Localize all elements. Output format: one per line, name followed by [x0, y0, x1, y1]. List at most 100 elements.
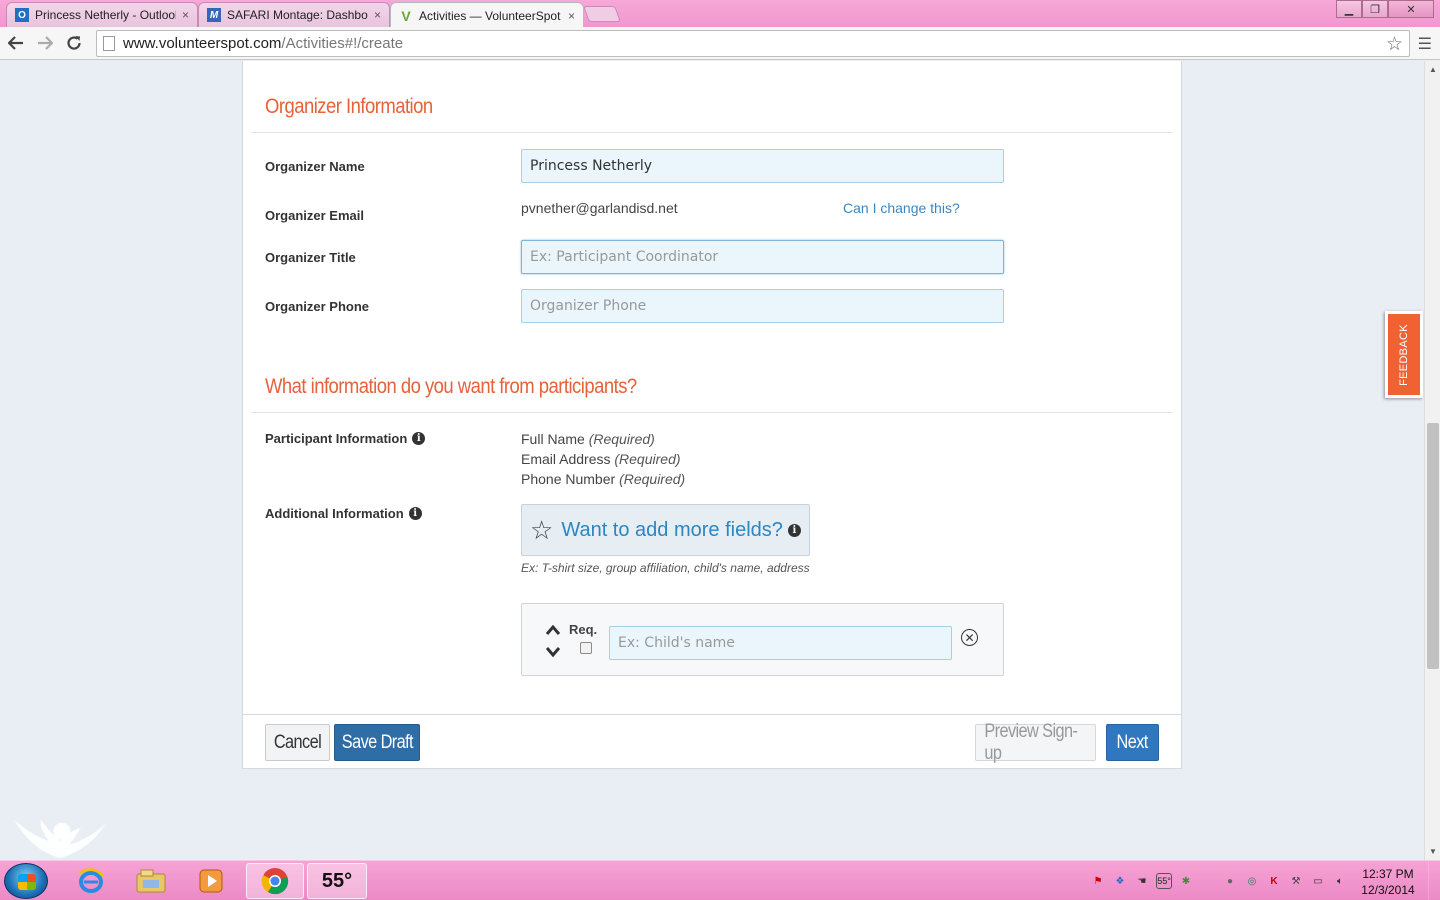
- antivirus-icon[interactable]: K: [1266, 873, 1282, 889]
- required-tag: (Required): [588, 431, 655, 447]
- address-bar[interactable]: www.volunteerspot.com/Activities#!/creat…: [96, 30, 1410, 57]
- additional-info-label: Additional Information i: [265, 506, 422, 521]
- chrome-menu-icon[interactable]: ☰: [1418, 34, 1432, 54]
- page-scrollbar[interactable]: ▲ ▼: [1424, 61, 1440, 860]
- required-checkbox[interactable]: [580, 642, 592, 654]
- minimize-icon[interactable]: ▁: [1336, 0, 1362, 18]
- chrome-taskbar-icon[interactable]: [246, 863, 304, 899]
- required-field-name: Full Name: [521, 431, 585, 447]
- required-tag: (Required): [619, 471, 686, 487]
- tab-close-icon[interactable]: ×: [568, 9, 575, 23]
- weather-gadget[interactable]: 55°: [307, 863, 367, 899]
- tab-volunteerspot[interactable]: V Activities — VolunteerSpot ×: [390, 2, 584, 28]
- media-player-icon[interactable]: [182, 863, 240, 899]
- next-button[interactable]: Next: [1106, 724, 1159, 761]
- info-icon[interactable]: i: [787, 523, 801, 537]
- add-more-fields-label: Want to add more fields?: [561, 518, 783, 541]
- required-tag: (Required): [614, 451, 681, 467]
- clock-date: 12/3/2014: [1361, 883, 1415, 897]
- volunteerspot-icon: V: [401, 7, 411, 24]
- organizer-title-input[interactable]: [521, 240, 1004, 274]
- required-checkbox-label: Req.: [569, 622, 598, 637]
- action-center-flag-icon[interactable]: ⚑: [1090, 873, 1106, 889]
- circle-status-icon[interactable]: ●: [1222, 873, 1238, 889]
- activity-form-card: Organizer Information Organizer Name Org…: [242, 61, 1182, 769]
- page-icon: [103, 36, 115, 51]
- remove-field-icon[interactable]: ✕: [961, 629, 978, 646]
- organizer-title-label: Organizer Title: [265, 250, 356, 265]
- preview-signup-button[interactable]: Preview Sign-up: [975, 721, 1096, 764]
- additional-info-label-text: Additional Information: [265, 506, 404, 521]
- clock-time: 12:37 PM: [1362, 867, 1414, 881]
- organizer-name-input[interactable]: [521, 149, 1004, 183]
- internet-explorer-icon[interactable]: [62, 863, 120, 899]
- file-explorer-icon[interactable]: [122, 863, 180, 899]
- custom-field-row: Req. ✕: [521, 603, 1004, 676]
- volunteerspot-logo-icon: [14, 819, 106, 858]
- new-tab-button[interactable]: [583, 6, 621, 22]
- scroll-down-icon[interactable]: ▼: [1429, 847, 1437, 856]
- organizer-name-label: Organizer Name: [265, 159, 365, 174]
- outlook-icon: O: [15, 8, 29, 22]
- next-label: Next: [1116, 731, 1149, 753]
- dropbox-icon[interactable]: ❖: [1112, 873, 1128, 889]
- hand-pointer-icon[interactable]: ☚: [1134, 873, 1150, 889]
- window-close-icon[interactable]: ✕: [1388, 0, 1434, 18]
- forward-icon[interactable]: [35, 33, 55, 53]
- participant-info-label: Participant Information i: [265, 431, 426, 446]
- display-icon[interactable]: ▭: [1310, 873, 1326, 889]
- show-desktop-button[interactable]: [1428, 861, 1440, 900]
- organizer-phone-input[interactable]: [521, 289, 1004, 323]
- move-up-icon[interactable]: [545, 622, 561, 638]
- back-icon[interactable]: [6, 33, 26, 53]
- preview-label: Preview Sign-up: [984, 720, 1078, 764]
- tab-title: SAFARI Montage: Dashboard: [227, 8, 368, 22]
- required-field-email: Email Address (Required): [521, 451, 681, 467]
- add-more-fields-button[interactable]: ☆ Want to add more fields? i: [521, 504, 810, 556]
- info-icon[interactable]: i: [408, 507, 422, 520]
- tray-temperature-icon[interactable]: 55°: [1156, 873, 1172, 889]
- participant-info-label-text: Participant Information: [265, 431, 408, 446]
- info-icon[interactable]: i: [412, 432, 426, 445]
- start-button[interactable]: [4, 863, 48, 899]
- organizer-phone-label: Organizer Phone: [265, 299, 370, 314]
- tab-close-icon[interactable]: ×: [374, 8, 381, 22]
- required-field-name: Phone Number: [521, 471, 616, 487]
- windows-taskbar: 55° ⚑ ❖ ☚ 55° ✱ ● ◎ K ⚒ ▭ 🔈︎ 12:37 PM 12…: [0, 860, 1440, 900]
- tab-title: Activities — VolunteerSpot: [419, 8, 561, 23]
- scroll-thumb[interactable]: [1427, 423, 1439, 669]
- section-divider: [251, 132, 1173, 133]
- save-draft-button[interactable]: Save Draft: [334, 724, 420, 761]
- feedback-label: FEEDBACK: [1398, 323, 1411, 386]
- network-sparkle-icon[interactable]: ✱: [1178, 873, 1194, 889]
- participants-section-title: What information do you want from partic…: [265, 375, 637, 398]
- cancel-label: Cancel: [273, 731, 322, 753]
- tools-icon[interactable]: ⚒: [1288, 873, 1304, 889]
- reload-icon[interactable]: [64, 33, 84, 53]
- tab-safari-montage[interactable]: M SAFARI Montage: Dashboard ×: [198, 2, 390, 27]
- safari-montage-icon: M: [207, 8, 221, 22]
- custom-field-input[interactable]: [609, 626, 952, 660]
- tab-close-icon[interactable]: ×: [182, 8, 189, 22]
- change-email-link[interactable]: Can I change this?: [843, 200, 960, 216]
- tab-outlook[interactable]: O Princess Netherly - Outlook ×: [6, 2, 198, 27]
- taskbar-clock[interactable]: 12:37 PM 12/3/2014: [1352, 866, 1424, 898]
- sync-icon[interactable]: ◎: [1244, 873, 1260, 889]
- volume-icon[interactable]: 🔈︎: [1332, 873, 1348, 889]
- cancel-button[interactable]: Cancel: [265, 724, 330, 761]
- spacer-icon: [1200, 873, 1216, 889]
- scroll-up-icon[interactable]: ▲: [1429, 65, 1437, 74]
- bookmark-star-icon[interactable]: ☆: [1386, 33, 1403, 56]
- move-down-icon[interactable]: [545, 644, 561, 660]
- url-host: www.volunteerspot.com: [123, 35, 282, 52]
- tab-title: Princess Netherly - Outlook: [35, 8, 176, 22]
- required-field-name: Email Address: [521, 451, 611, 467]
- section-divider: [251, 412, 1173, 413]
- feedback-tab[interactable]: FEEDBACK: [1385, 311, 1423, 398]
- form-footer: Cancel Save Draft Preview Sign-up Next: [242, 714, 1182, 769]
- restore-icon[interactable]: ❐: [1362, 0, 1388, 18]
- required-field-phone: Phone Number (Required): [521, 471, 685, 487]
- save-draft-label: Save Draft: [341, 731, 413, 753]
- organizer-section-title: Organizer Information: [265, 95, 433, 118]
- weather-temperature: 55°: [321, 869, 353, 892]
